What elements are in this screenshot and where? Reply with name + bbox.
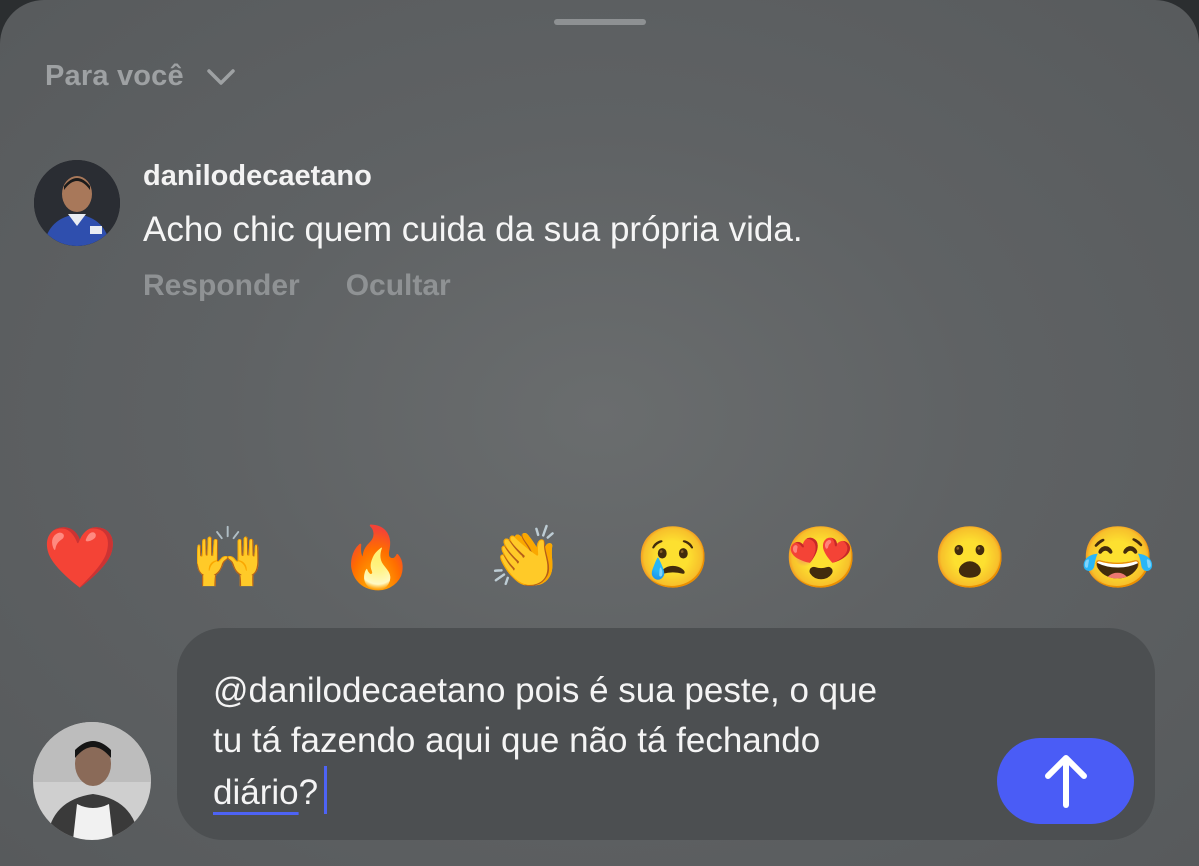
hide-button[interactable]: Ocultar <box>346 269 451 303</box>
current-user-avatar <box>33 722 151 840</box>
comment-input[interactable]: @danilodecaetano pois é sua peste, o que… <box>177 628 1155 840</box>
comment-filter-dropdown[interactable]: Para você <box>45 60 236 93</box>
commenter-avatar[interactable] <box>34 160 120 246</box>
input-line-3: diário? <box>213 766 973 818</box>
reaction-raised-hands[interactable]: 🙌 <box>190 520 266 596</box>
input-line-2: tu tá fazendo aqui que não tá fechando <box>213 721 821 760</box>
comments-sheet: Para você danilodecaetano Acho chic quem… <box>0 0 1199 866</box>
text-cursor <box>324 766 328 814</box>
comment-input-text[interactable]: @danilodecaetano pois é sua peste, o que… <box>213 666 973 818</box>
input-line-3-rest: ? <box>298 773 319 812</box>
comment-actions: Responder Ocultar <box>143 269 451 303</box>
quick-reactions-bar: ❤️ 🙌 🔥 👏 😢 😍 😮 😂 <box>0 520 1199 596</box>
comment-text: Acho chic quem cuida da sua própria vida… <box>143 210 803 249</box>
input-line-1: @danilodecaetano pois é sua peste, o que <box>213 671 878 710</box>
drag-handle[interactable] <box>554 19 646 25</box>
reply-button[interactable]: Responder <box>143 269 300 303</box>
reaction-heart[interactable]: ❤️ <box>42 520 118 596</box>
spellcheck-word[interactable]: diário <box>213 773 299 812</box>
reaction-surprised[interactable]: 😮 <box>932 520 1008 596</box>
chevron-down-icon <box>207 68 235 85</box>
reaction-laughing[interactable]: 😂 <box>1080 520 1156 596</box>
reaction-fire[interactable]: 🔥 <box>339 520 415 596</box>
filter-label: Para você <box>45 60 184 92</box>
reaction-clap[interactable]: 👏 <box>488 520 564 596</box>
arrow-up-icon <box>1044 755 1087 808</box>
send-button[interactable] <box>997 738 1134 824</box>
comment-username[interactable]: danilodecaetano <box>143 160 372 193</box>
reaction-crying[interactable]: 😢 <box>635 520 711 596</box>
reaction-heart-eyes[interactable]: 😍 <box>783 520 859 596</box>
